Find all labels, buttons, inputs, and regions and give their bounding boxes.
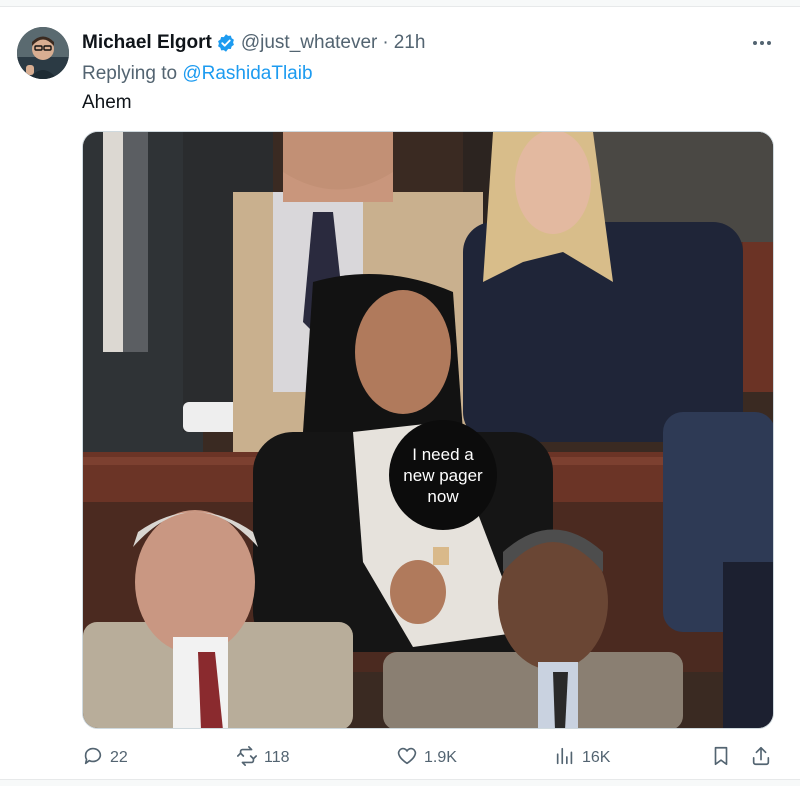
share-button[interactable] — [750, 743, 772, 773]
reply-button[interactable]: 22 — [82, 743, 128, 773]
views-icon — [554, 745, 576, 772]
tweet-text: Ahem — [82, 92, 132, 113]
tweet-header: Michael Elgort @just_whatever · 21h — [82, 30, 425, 56]
media-caption-bubble: I need a new pager now — [389, 420, 497, 530]
tweet-card[interactable]: Michael Elgort @just_whatever · 21h Repl… — [0, 6, 800, 780]
share-icon — [750, 745, 772, 772]
replying-to: Replying to @RashidaTlaib — [82, 63, 313, 85]
avatar[interactable] — [17, 27, 69, 79]
separator-dot: · — [382, 32, 389, 53]
views-count: 16K — [582, 749, 611, 766]
author-name[interactable]: Michael Elgort — [82, 32, 212, 54]
timestamp[interactable]: 21h — [394, 32, 426, 54]
author-handle[interactable]: @just_whatever — [241, 32, 378, 54]
like-count: 1.9K — [424, 749, 457, 766]
repost-count: 118 — [264, 749, 290, 766]
views-button[interactable]: 16K — [554, 743, 610, 773]
repost-icon — [236, 745, 258, 772]
reply-icon — [82, 745, 104, 772]
bookmark-icon — [710, 745, 732, 772]
like-button[interactable]: 1.9K — [396, 743, 457, 773]
replying-to-label: Replying to — [82, 63, 178, 84]
reply-count: 22 — [110, 749, 128, 766]
tweet-media-image[interactable]: I need a new pager now — [82, 131, 774, 729]
action-bar: 22 118 1.9K 16K — [82, 743, 782, 773]
more-icon[interactable] — [750, 31, 774, 55]
verified-badge-icon — [216, 33, 236, 53]
repost-button[interactable]: 118 — [236, 743, 290, 773]
reply-to-handle-link[interactable]: @RashidaTlaib — [182, 63, 312, 84]
like-icon — [396, 745, 418, 772]
bookmark-button[interactable] — [710, 743, 732, 773]
